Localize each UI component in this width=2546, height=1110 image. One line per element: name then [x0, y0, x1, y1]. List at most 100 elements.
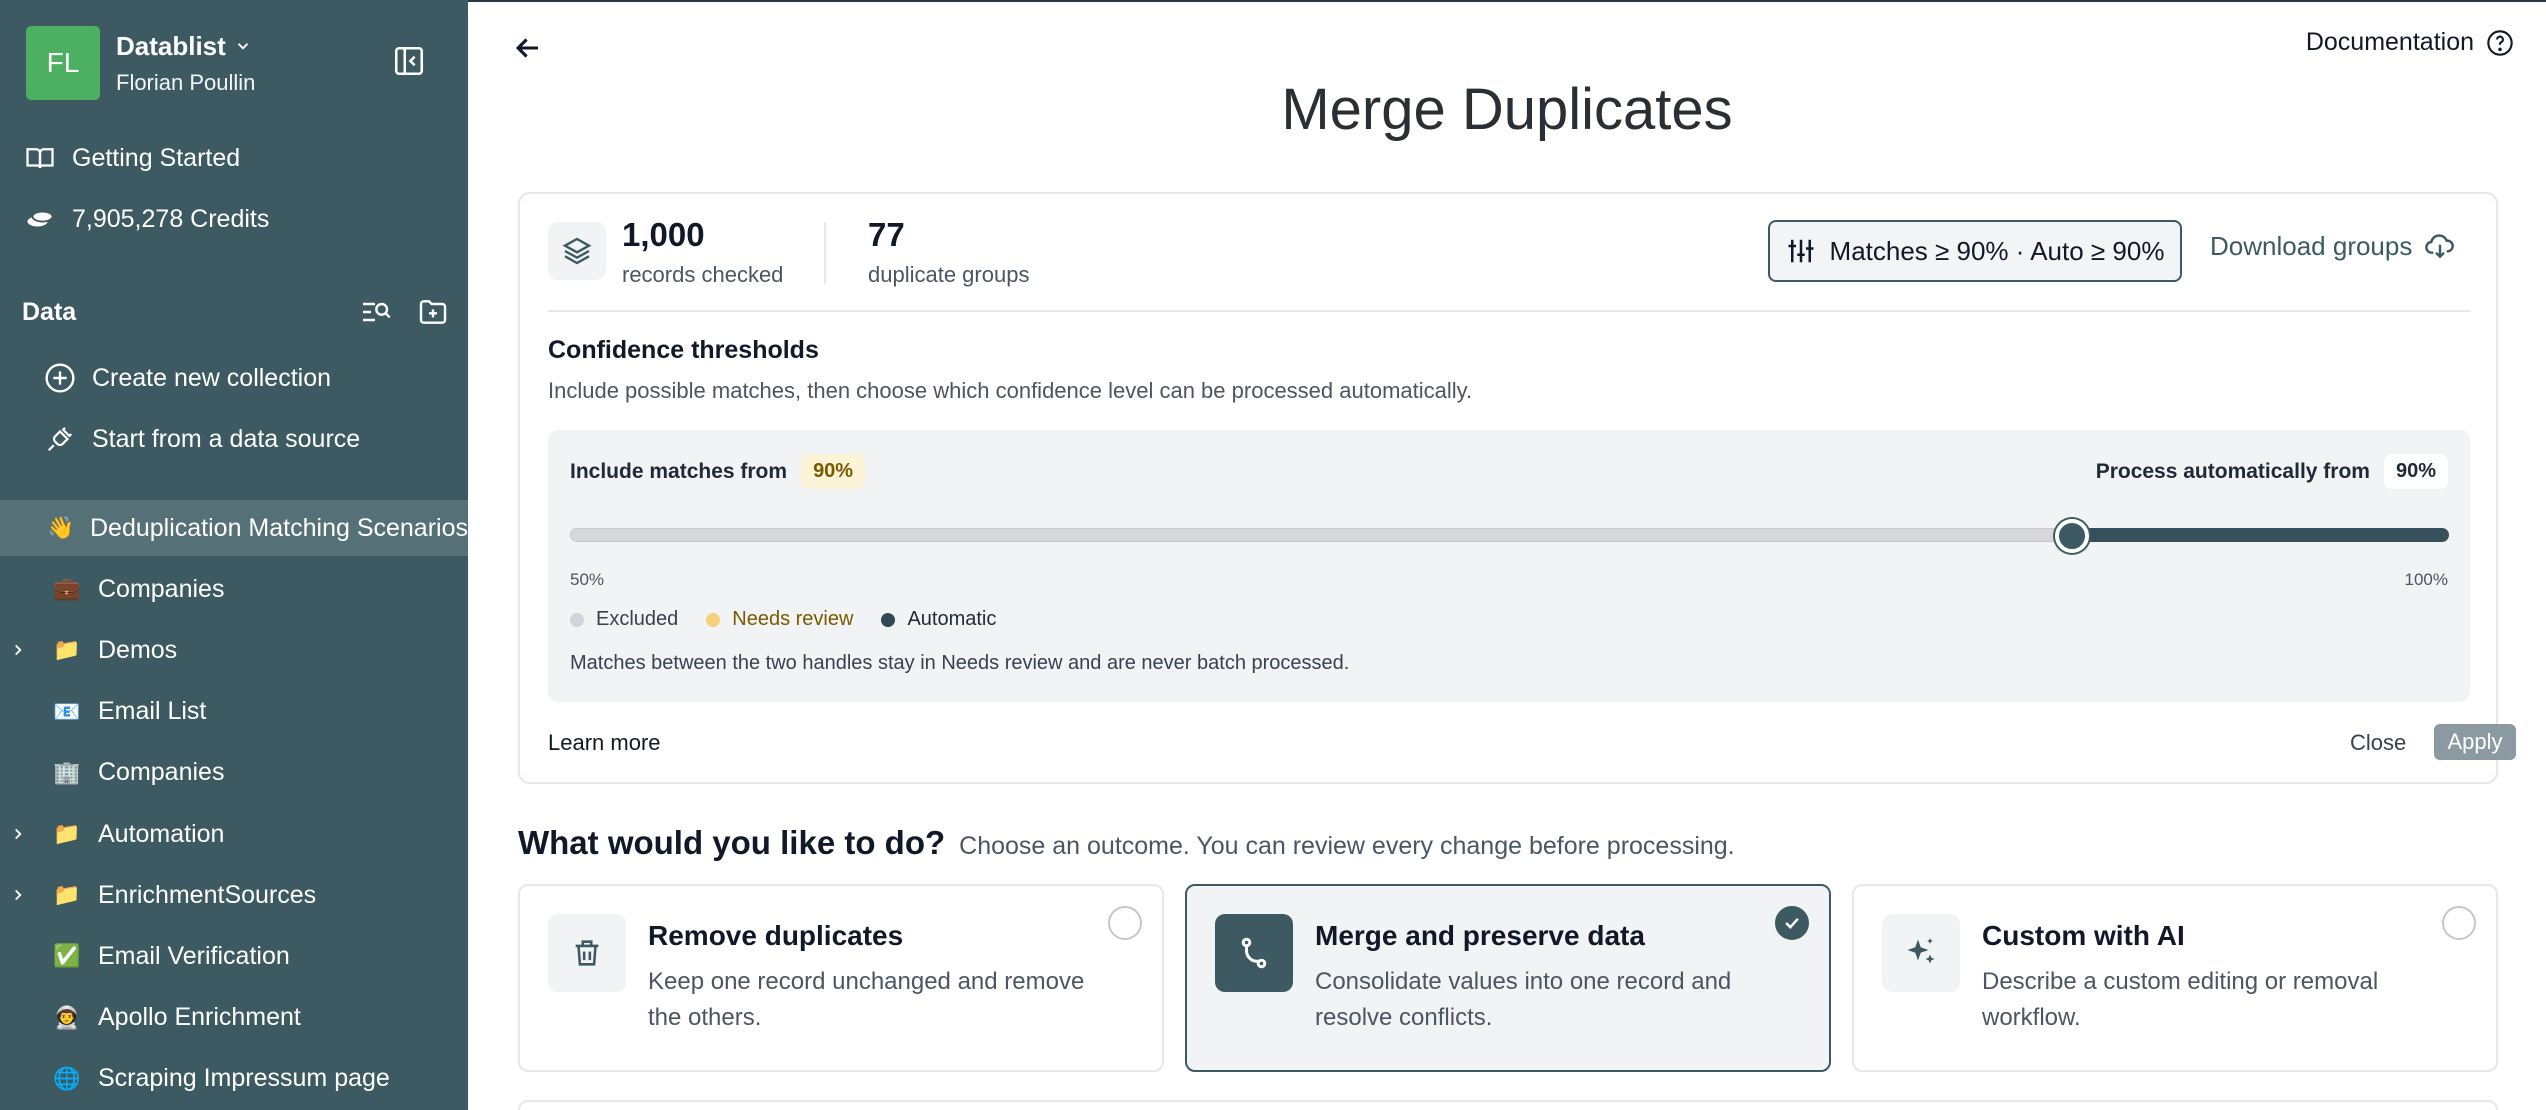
duplicate-groups-value: 77	[868, 216, 905, 253]
collection-emoji-icon: 💼	[53, 576, 81, 602]
page-title: Merge Duplicates	[1281, 77, 1733, 142]
collection-emoji-icon: 📁	[53, 637, 81, 663]
collection-item[interactable]: 👋 Deduplication Matching Scenarios	[0, 500, 468, 556]
check-icon	[1785, 917, 1799, 929]
duplicate-groups-label: duplicate groups	[868, 262, 1030, 287]
sparkles-icon	[1882, 914, 1960, 992]
layers-icon	[548, 222, 606, 280]
help-circle-icon	[2487, 29, 2513, 56]
collection-emoji-icon: 👨‍🚀	[53, 1004, 81, 1030]
chevron-right-icon[interactable]	[0, 825, 36, 843]
thresholds-toggle-label: Matches ≥ 90% · Auto ≥ 90%	[1829, 235, 2165, 266]
next-section-card	[518, 1100, 2498, 1110]
collection-label: Email List	[98, 697, 207, 726]
process-automatically-label: Process automatically from	[2095, 459, 2370, 483]
create-collection-button[interactable]: Create new collection	[0, 350, 468, 406]
chevron-right-icon[interactable]	[0, 641, 36, 659]
workspace-avatar: FL	[26, 26, 100, 100]
start-data-source-button[interactable]: Start from a data source	[0, 411, 468, 467]
collection-item[interactable]: 📁 EnrichmentSources	[0, 867, 468, 923]
apply-button[interactable]: Apply	[2434, 724, 2516, 760]
collection-label: Automation	[98, 819, 225, 848]
nav-credits[interactable]: 7,905,278 Credits	[0, 191, 468, 247]
collection-label: Apollo Enrichment	[98, 1003, 301, 1032]
collection-item[interactable]: ✅ Email Verification	[0, 928, 468, 984]
workspace-switcher[interactable]: FL Datablist Florian Poullin	[26, 26, 255, 100]
process-automatically-value: 90%	[2383, 454, 2448, 489]
outcome-subtitle: Choose an outcome. You can review every …	[959, 832, 1735, 860]
new-folder-icon[interactable]	[414, 293, 452, 331]
collection-emoji-icon: ✅	[53, 943, 81, 969]
stat-divider	[824, 222, 826, 284]
collection-item[interactable]: 📁 Automation	[0, 806, 468, 862]
collection-label: Scraping Impressum page	[98, 1064, 390, 1093]
legend-item: Automatic	[881, 608, 996, 631]
include-matches-value: 90%	[801, 454, 866, 489]
confidence-thresholds-title: Confidence thresholds	[548, 336, 819, 364]
chevron-down-icon	[237, 43, 248, 50]
legend-item: Needs review	[706, 608, 853, 631]
outcome-radio[interactable]	[1775, 906, 1809, 940]
back-arrow-icon[interactable]	[504, 28, 552, 68]
collection-item[interactable]: 📁 Demos	[0, 622, 468, 678]
nav-getting-started-label: Getting Started	[72, 143, 241, 172]
collection-item[interactable]: 📧 Email List	[0, 684, 468, 740]
nav-credits-label: 7,905,278 Credits	[72, 204, 270, 233]
outcome-card-description: Keep one record unchanged and remove the…	[648, 968, 1085, 1031]
documentation-label: Documentation	[2305, 28, 2474, 56]
confidence-thresholds-description: Include possible matches, then choose wh…	[548, 378, 1473, 403]
collection-item[interactable]: 💼 Companies	[0, 561, 468, 617]
collapse-sidebar-icon[interactable]	[392, 44, 426, 78]
documentation-link[interactable]: Documentation	[2306, 28, 2514, 57]
collection-label: Companies	[98, 574, 225, 603]
collection-emoji-icon: 📧	[53, 698, 81, 724]
threshold-slider-track[interactable]	[570, 528, 2449, 542]
collection-emoji-icon: 📁	[53, 882, 81, 908]
start-data-source-label: Start from a data source	[92, 424, 361, 453]
threshold-slider-box: Include matches from 90% Process automat…	[548, 430, 2470, 702]
collection-item[interactable]: 🌐 Scraping Impressum page	[0, 1051, 468, 1107]
collection-emoji-icon: 👋	[47, 515, 75, 540]
legend-dot-icon	[570, 612, 584, 627]
outcome-radio[interactable]	[1108, 906, 1142, 940]
legend-label: Excluded	[596, 608, 679, 630]
close-button[interactable]: Close	[2350, 730, 2406, 756]
duplicate-groups-stat: 77 duplicate groups	[868, 216, 1029, 288]
thresholds-toggle-button[interactable]: Matches ≥ 90% · Auto ≥ 90%	[1768, 220, 2182, 282]
plus-circle-icon	[42, 360, 78, 396]
data-section-title: Data	[22, 297, 77, 326]
outcome-heading: What would you like to do? Choose an out…	[518, 824, 1735, 862]
threshold-note: Matches between the two handles stay in …	[570, 652, 1350, 674]
collection-label: Companies	[98, 758, 225, 787]
threshold-slider-handle[interactable]	[2055, 519, 2090, 553]
records-checked-stat: 1,000 records checked	[622, 216, 783, 288]
nav-getting-started[interactable]: Getting Started	[0, 130, 468, 186]
download-groups-button[interactable]: Download groups	[2210, 230, 2456, 262]
scale-max-label: 100%	[2404, 570, 2448, 589]
learn-more-link[interactable]: Learn more	[548, 730, 661, 756]
outcome-radio[interactable]	[2442, 906, 2476, 940]
outcome-card[interactable]: Merge and preserve data Consolidate value…	[1185, 884, 1831, 1072]
cloud-download-icon	[2425, 234, 2455, 259]
panel-divider	[548, 310, 2470, 312]
sidebar: FL Datablist Florian Poullin Getting Sta…	[0, 0, 468, 1110]
legend-item: Excluded	[570, 608, 678, 631]
collection-item[interactable]: 🏢 Companies	[0, 745, 468, 801]
search-collections-icon[interactable]	[356, 293, 394, 331]
chevron-right-icon[interactable]	[0, 886, 36, 904]
main-content: Documentation Merge Duplicates 1,000 rec…	[468, 0, 2546, 1110]
collection-item[interactable]: 👨‍🚀 Apollo Enrichment	[0, 990, 468, 1046]
records-checked-label: records checked	[622, 262, 784, 287]
outcome-card-title: Custom with AI	[1982, 920, 2185, 951]
sliders-icon	[1788, 239, 1814, 263]
collection-emoji-icon: 📁	[53, 821, 81, 846]
collection-emoji-icon: 🏢	[53, 759, 81, 785]
workspace-user: Florian Poullin	[116, 69, 256, 95]
outcome-card[interactable]: Remove duplicates Keep one record unchang…	[518, 884, 1164, 1072]
include-matches-label: Include matches from	[570, 459, 788, 483]
legend-label: Automatic	[907, 608, 997, 630]
outcome-card[interactable]: Custom with AI Describe a custom editing …	[1852, 884, 2498, 1072]
trash-icon	[548, 914, 626, 992]
merge-icon	[1215, 914, 1293, 992]
create-collection-label: Create new collection	[92, 363, 332, 392]
